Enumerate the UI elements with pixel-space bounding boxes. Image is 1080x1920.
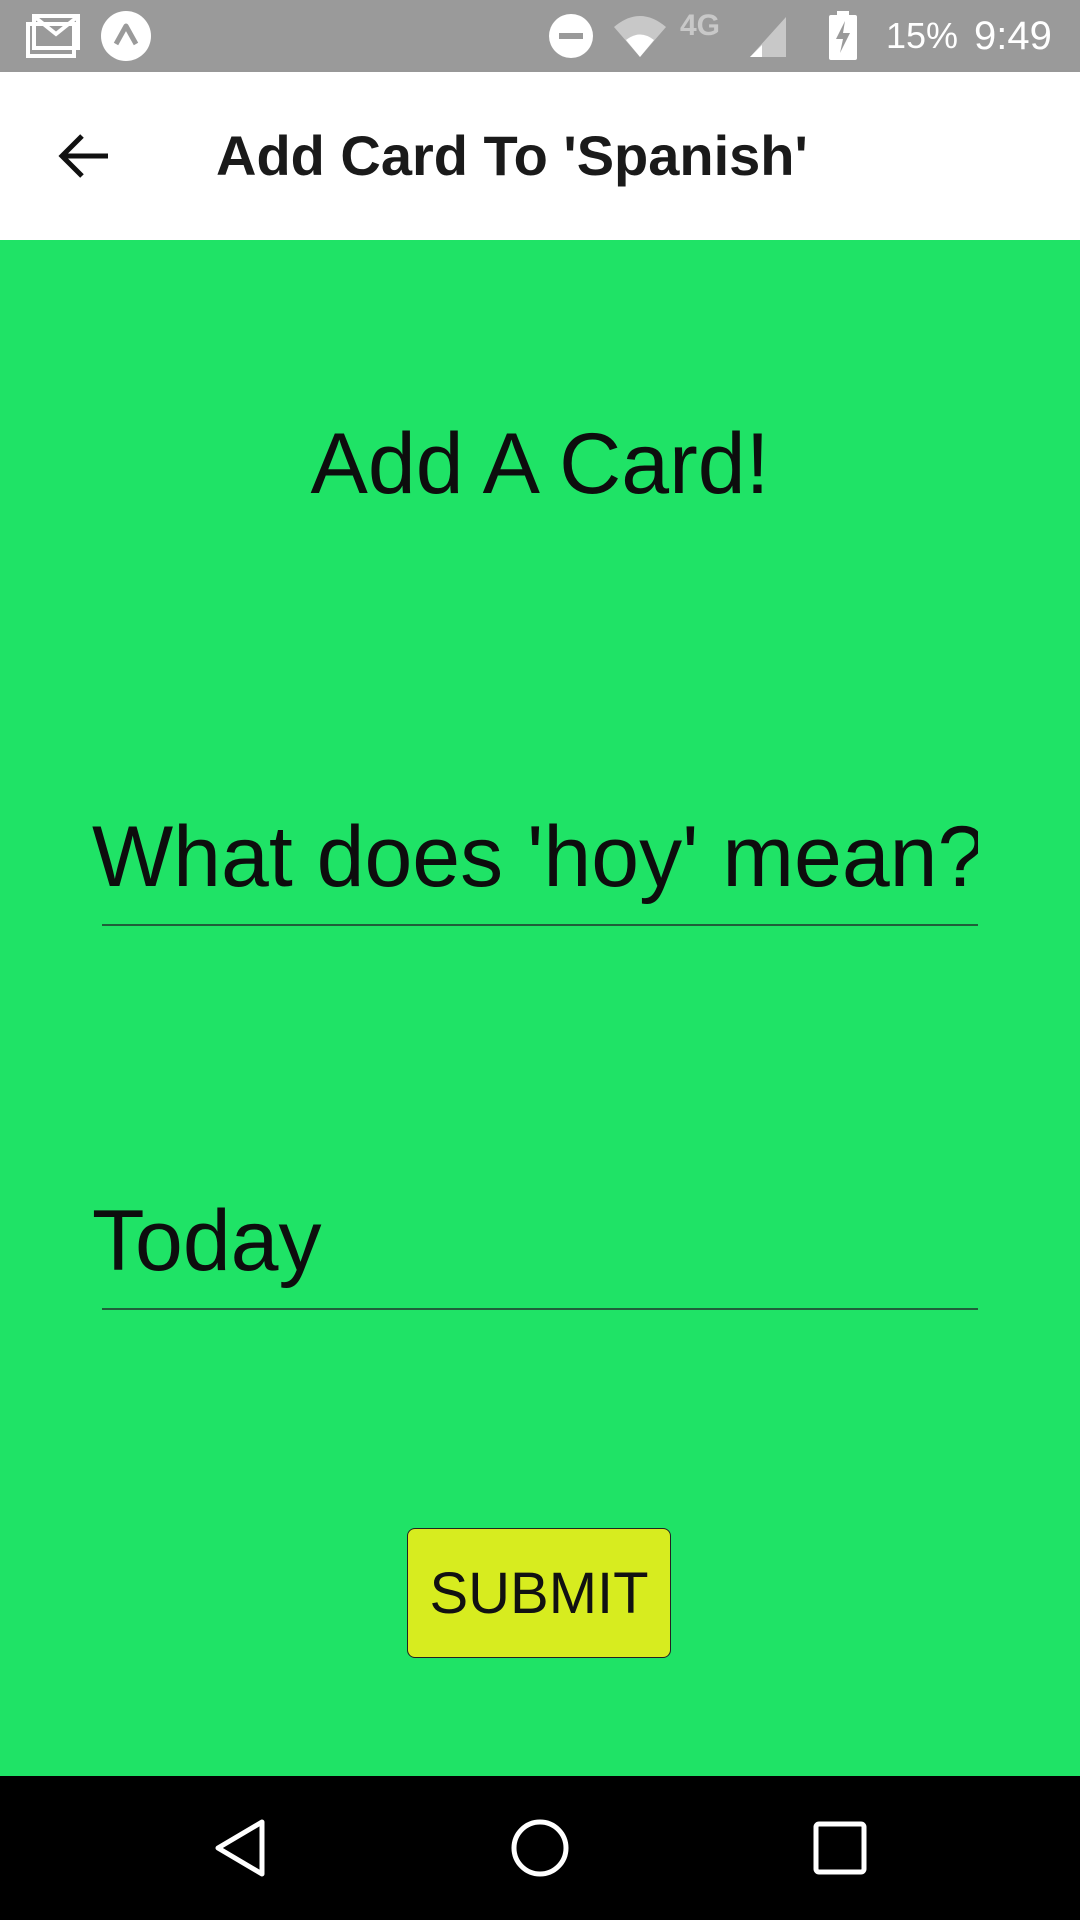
signal-icon [748, 0, 788, 72]
page-title: Add Card To 'Spanish' [216, 124, 808, 187]
expo-icon [100, 0, 152, 72]
form-heading: Add A Card! [310, 416, 770, 512]
answer-field [92, 1164, 978, 1310]
network-4g-lte-icon: 4G [680, 9, 721, 42]
navigation-bar [0, 1776, 1080, 1920]
app-bar: Add Card To 'Spanish' [0, 72, 1080, 240]
arrow-left-icon [58, 134, 108, 178]
question-input[interactable] [92, 802, 978, 912]
nav-home-button[interactable] [460, 1776, 620, 1920]
nav-recents-button[interactable] [760, 1776, 920, 1920]
nav-back-button[interactable] [160, 1776, 320, 1920]
back-button[interactable] [40, 112, 128, 200]
status-bar: 4G 15% 9:49 [0, 0, 1080, 72]
home-circle-icon [511, 1819, 569, 1877]
gmail-icon [26, 0, 80, 72]
battery-percent: 15% [886, 15, 959, 56]
question-underline [102, 924, 978, 926]
battery-charging-icon [828, 0, 858, 72]
back-triangle-icon [215, 1819, 265, 1877]
wifi-icon [612, 0, 668, 72]
answer-input[interactable] [92, 1186, 978, 1296]
clock: 9:49 [974, 13, 1052, 58]
answer-underline [102, 1308, 978, 1310]
add-card-form: Add A Card! SUBMIT [0, 240, 1080, 1776]
submit-button[interactable]: SUBMIT [407, 1528, 671, 1658]
do-not-disturb-icon [548, 0, 594, 72]
question-field [92, 780, 978, 926]
recents-square-icon [813, 1821, 867, 1875]
